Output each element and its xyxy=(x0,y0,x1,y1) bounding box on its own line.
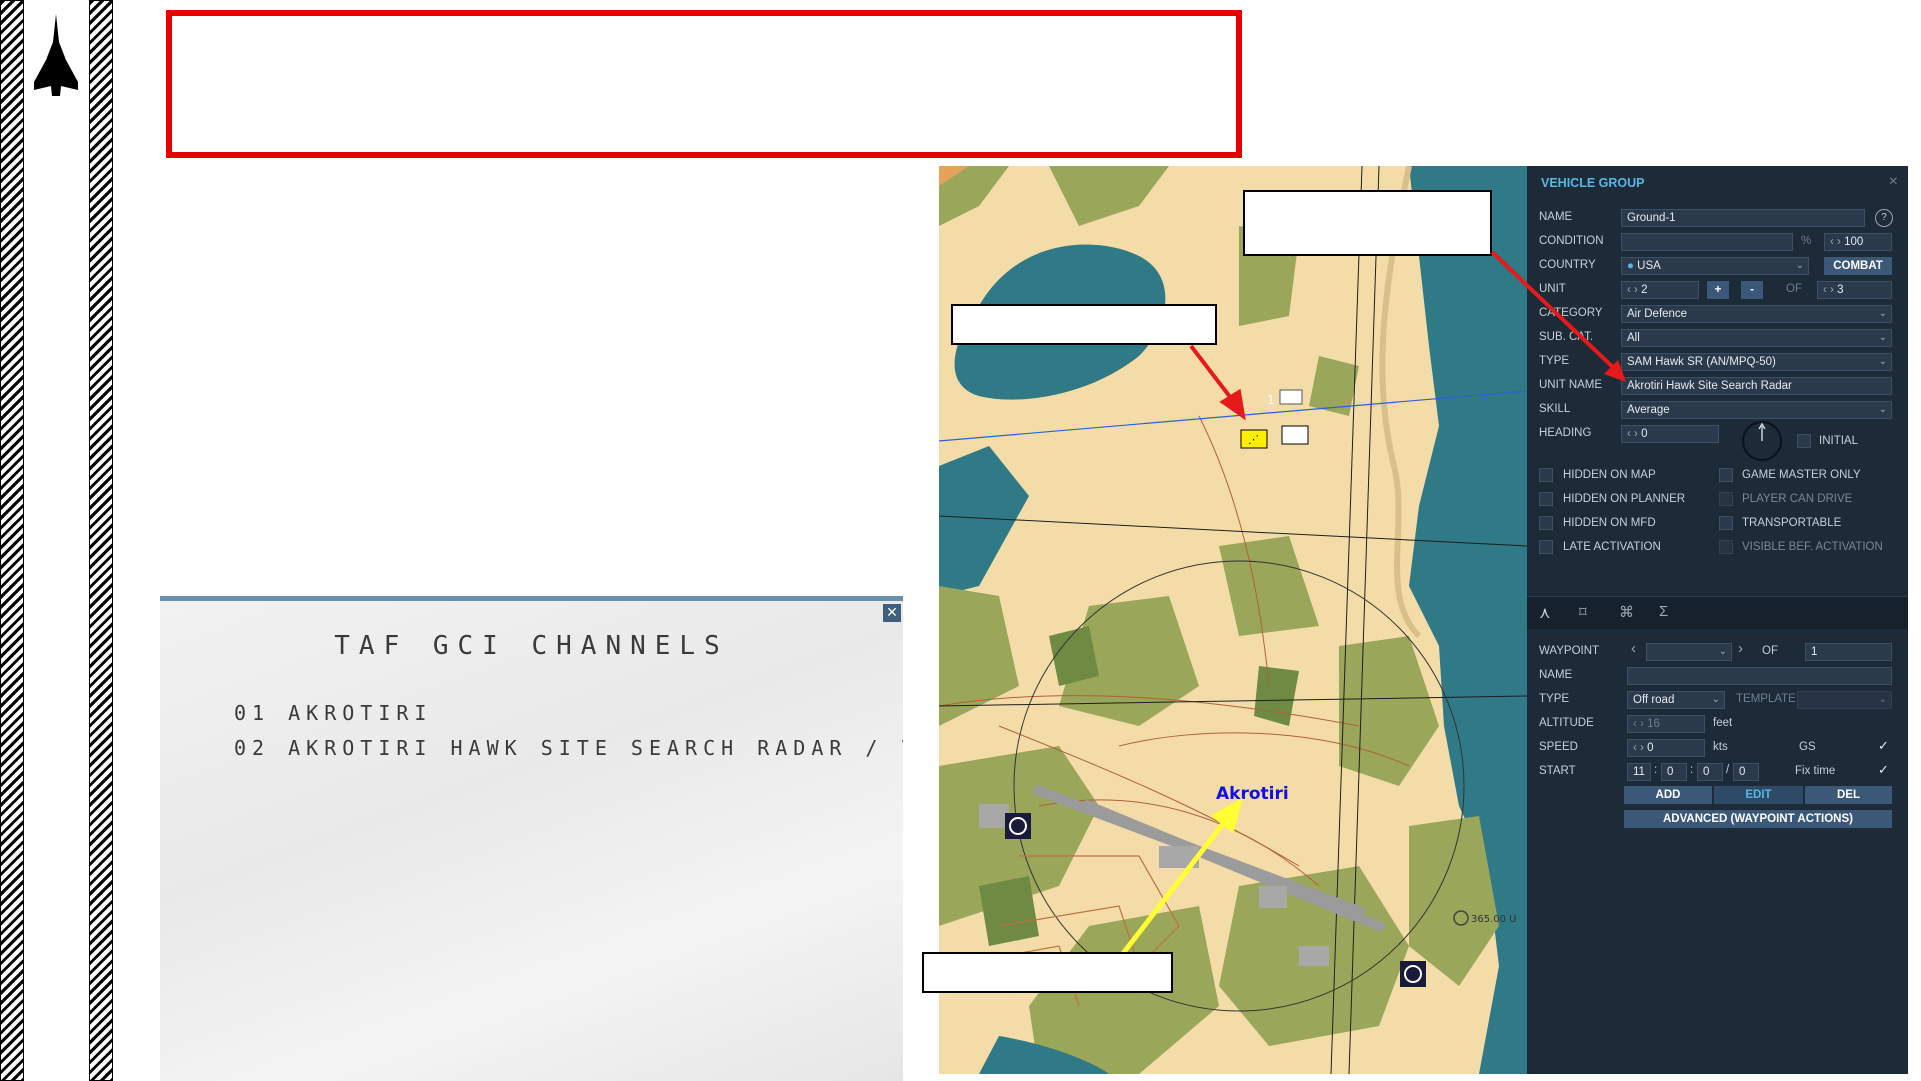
channel-line-2: 02 AKROTIRI HAWK SITE SEARCH RADAR / VD9… xyxy=(234,736,903,760)
start-hour-input[interactable]: 0 xyxy=(1661,763,1687,781)
condition-input[interactable]: ‹ › 100 xyxy=(1824,233,1892,251)
target-marker-west-icon[interactable] xyxy=(1005,813,1031,839)
speed-input[interactable]: ‹ › 0 xyxy=(1627,739,1705,757)
wp-name-input[interactable] xyxy=(1627,667,1892,685)
subcat-select[interactable]: All ⌄ xyxy=(1621,329,1892,347)
template-select[interactable]: ⌄ xyxy=(1797,691,1892,709)
panel-close-icon[interactable]: × xyxy=(1889,173,1898,191)
heading-input[interactable]: ‹ › 0 xyxy=(1621,425,1719,443)
condition-unit: % xyxy=(1801,235,1812,247)
name-label: NAME xyxy=(1539,211,1573,223)
altitude-label: ALTITUDE xyxy=(1539,717,1594,729)
panel-title: VEHICLE GROUP xyxy=(1541,176,1645,190)
hidden-on-map-label: HIDDEN ON MAP xyxy=(1563,469,1656,481)
player-can-drive-checkbox[interactable] xyxy=(1719,492,1733,506)
transportable-checkbox[interactable] xyxy=(1719,516,1733,530)
card-title: TAF GCI CHANNELS xyxy=(334,631,729,661)
hidden-on-planner-checkbox[interactable] xyxy=(1539,492,1553,506)
country-select[interactable]: ● USA ⌄ xyxy=(1621,257,1809,275)
unit-number-label: 1 xyxy=(1267,393,1275,407)
svg-text:⋰: ⋰ xyxy=(1248,433,1259,446)
summary-tab-icon[interactable]: Σ xyxy=(1659,603,1668,620)
add-waypoint-button[interactable]: ADD xyxy=(1624,786,1712,804)
game-master-only-label: GAME MASTER ONLY xyxy=(1742,469,1861,481)
unit-minus-button[interactable]: - xyxy=(1741,281,1763,299)
name-input[interactable]: Ground-1 xyxy=(1621,209,1865,227)
help-icon[interactable]: ? xyxy=(1875,209,1893,227)
wp-type-select[interactable]: Off road ⌄ xyxy=(1627,691,1725,709)
start-sec-input[interactable]: 0 xyxy=(1733,763,1759,781)
game-master-only-checkbox[interactable] xyxy=(1719,468,1733,482)
skill-label: SKILL xyxy=(1539,403,1571,415)
initial-label: INITIAL xyxy=(1819,435,1858,447)
unit-plus-button[interactable]: + xyxy=(1707,281,1729,299)
route-tab-icon[interactable]: ⋏ xyxy=(1539,603,1551,623)
type-select[interactable]: SAM Hawk SR (AN/MPQ-50) ⌄ xyxy=(1621,353,1892,371)
advanced-waypoint-actions-button[interactable]: ADVANCED (WAYPOINT ACTIONS) xyxy=(1624,810,1892,828)
template-label: TEMPLATE xyxy=(1736,693,1796,705)
waypoint-of-label: OF xyxy=(1762,645,1778,657)
category-select[interactable]: Air Defence ⌄ xyxy=(1621,305,1892,323)
callout-box-bottom xyxy=(922,952,1173,993)
callout-box-map xyxy=(951,304,1217,345)
heading-label: HEADING xyxy=(1539,427,1592,439)
start-min-input[interactable]: 0 xyxy=(1697,763,1723,781)
fixtime-label: Fix time xyxy=(1795,765,1836,777)
speed-unit: kts xyxy=(1713,741,1728,753)
hidden-on-map-checkbox[interactable] xyxy=(1539,468,1553,482)
transportable-label: TRANSPORTABLE xyxy=(1742,517,1842,529)
late-activation-checkbox[interactable] xyxy=(1539,540,1553,554)
del-waypoint-button[interactable]: DEL xyxy=(1805,786,1892,804)
target-marker-east-icon[interactable] xyxy=(1400,961,1426,987)
waypoint-select[interactable]: ⌄ xyxy=(1646,643,1732,661)
wp-type-label: TYPE xyxy=(1539,693,1570,705)
airfield-label: Akrotiri xyxy=(1216,784,1289,804)
late-activation-label: LATE ACTIVATION xyxy=(1563,541,1661,553)
visible-bef-activation-checkbox[interactable] xyxy=(1719,540,1733,554)
visible-bef-activation-label: VISIBLE BEF. ACTIVATION xyxy=(1742,541,1883,553)
condition-label: CONDITION xyxy=(1539,235,1604,247)
condition-bar[interactable] xyxy=(1621,233,1793,251)
targets-tab-icon[interactable]: ⌑ xyxy=(1579,603,1587,621)
range-label: 365.00 U xyxy=(1471,914,1517,925)
channel-line-1: 01 AKROTIRI xyxy=(234,701,433,725)
triggers-tab-icon[interactable]: ⌘ xyxy=(1619,603,1634,621)
hidden-on-planner-label: HIDDEN ON PLANNER xyxy=(1563,493,1686,505)
fixtime-check-icon[interactable]: ✓ xyxy=(1878,762,1889,778)
right-hatched-bar xyxy=(89,0,113,1081)
speed-label: SPEED xyxy=(1539,741,1578,753)
gs-label: GS xyxy=(1799,741,1816,753)
title-box xyxy=(166,10,1242,158)
altitude-input[interactable]: ‹ › 16 xyxy=(1627,715,1705,733)
start-label: START xyxy=(1539,765,1576,777)
player-can-drive-label: PLAYER CAN DRIVE xyxy=(1742,493,1853,505)
close-icon[interactable]: ✕ xyxy=(883,604,901,622)
callout-box-top xyxy=(1243,190,1492,256)
edit-waypoint-button[interactable]: EDIT xyxy=(1714,786,1803,804)
unitname-input[interactable]: Akrotiri Hawk Site Search Radar xyxy=(1621,377,1892,395)
wp-name-label: NAME xyxy=(1539,669,1573,681)
map-canvas[interactable]: ⋰ 1 365.00 U Akrotiri xyxy=(939,166,1527,1074)
heading-dial-icon[interactable] xyxy=(1741,420,1783,462)
red-arrow-panel xyxy=(1490,250,1626,382)
altitude-unit: feet xyxy=(1713,717,1733,729)
unit-total-input[interactable]: ‹ › 3 xyxy=(1817,281,1892,299)
unit-of-label: OF xyxy=(1786,283,1802,295)
hidden-on-mfd-checkbox[interactable] xyxy=(1539,516,1553,530)
initial-checkbox[interactable] xyxy=(1797,434,1811,448)
gci-channels-card: ✕ TAF GCI CHANNELS 01 AKROTIRI 02 AKROTI… xyxy=(160,596,903,1081)
waypoint-prev-icon[interactable]: ‹ xyxy=(1631,640,1636,657)
waypoint-next-icon[interactable]: › xyxy=(1738,640,1743,657)
start-day-input[interactable]: 11 xyxy=(1627,763,1651,781)
waypoint-label: WAYPOINT xyxy=(1539,645,1600,657)
gs-check-icon[interactable]: ✓ xyxy=(1878,738,1889,754)
left-hatched-bar xyxy=(0,0,24,1081)
combat-button[interactable]: COMBAT xyxy=(1824,257,1892,275)
waypoint-total-input[interactable]: 1 xyxy=(1805,643,1892,661)
hidden-on-mfd-label: HIDDEN ON MFD xyxy=(1563,517,1656,529)
skill-select[interactable]: Average ⌄ xyxy=(1621,401,1892,419)
jet-icon xyxy=(34,14,78,96)
mission-map[interactable]: ⋰ 1 365.00 U Akrotiri xyxy=(939,166,1527,1074)
